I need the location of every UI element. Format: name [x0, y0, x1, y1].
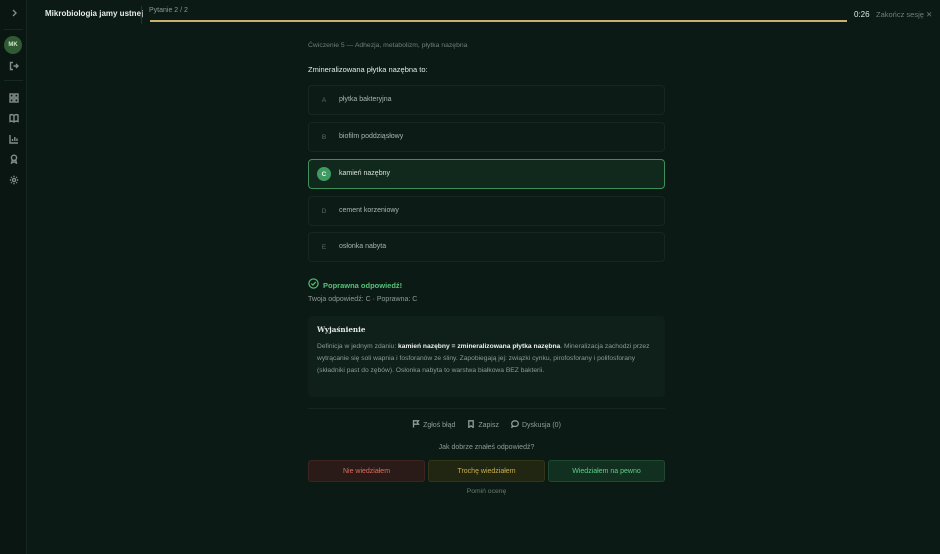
sidebar-divider: [4, 80, 23, 81]
option-text: płytka bakteryjna: [339, 96, 392, 103]
save-button[interactable]: Zapisz: [467, 420, 499, 430]
end-session-button[interactable]: Zakończ sesję ✕: [876, 10, 932, 19]
sidebar-divider: [4, 29, 23, 30]
session-timer: 0:26: [854, 10, 870, 19]
topbar-divider: [141, 6, 142, 24]
progress-bar-fill: [150, 20, 847, 22]
rate-knew-for-sure-button[interactable]: Wiedziałem na pewno: [548, 460, 665, 482]
answer-option-d[interactable]: D cement korzeniowy: [308, 196, 665, 226]
report-error-label: Zgłoś błąd: [423, 421, 456, 429]
award-icon[interactable]: [0, 151, 27, 167]
answer-option-a[interactable]: A płytka bakteryjna: [308, 85, 665, 115]
save-label: Zapisz: [478, 421, 499, 429]
sidebar: MK: [0, 0, 27, 554]
logout-icon[interactable]: [0, 58, 27, 74]
result-row: Poprawna odpowiedź!: [308, 276, 402, 294]
answer-option-b[interactable]: B biofilm poddziąsłowy: [308, 122, 665, 152]
course-title: Mikrobiologia jamy ustnej: [45, 9, 144, 18]
rate-knew-somewhat-button[interactable]: Trochę wiedziałem: [428, 460, 545, 482]
rate-didnt-know-button[interactable]: Nie wiedziałem: [308, 460, 425, 482]
answer-summary: Twoja odpowiedź: C · Poprawna: C: [308, 296, 418, 303]
bookmark-icon: [467, 420, 475, 430]
explanation-prefix: Definicja w jednym zdaniu:: [317, 343, 399, 350]
explanation-highlight: kamień nazębny = zmineralizowana płytka …: [398, 343, 561, 350]
option-letter: A: [321, 96, 327, 104]
option-text: kamień nazębny: [339, 170, 390, 177]
expand-sidebar-icon[interactable]: [0, 5, 27, 21]
settings-icon[interactable]: [0, 172, 27, 188]
divider: [308, 408, 665, 409]
chart-icon[interactable]: [0, 131, 27, 147]
rating-question: Jak dobrze znałeś odpowiedź?: [438, 444, 535, 451]
book-icon[interactable]: [0, 110, 27, 126]
option-letter: C: [317, 167, 331, 181]
answer-option-c[interactable]: C kamień nazębny: [308, 159, 665, 189]
answer-option-e[interactable]: E osłonka nabyta: [308, 232, 665, 262]
breadcrumb: Ćwiczenie 5 — Adhezja, metabolizm, płytk…: [308, 42, 468, 49]
skip-rating-link[interactable]: Pomiń ocenę: [308, 488, 665, 495]
top-bar: Mikrobiologia jamy ustnej Pytanie 2 / 2 …: [27, 0, 940, 30]
dashboard-icon[interactable]: [0, 90, 27, 106]
option-letter: D: [321, 207, 327, 215]
comment-icon: [510, 420, 519, 430]
check-circle-icon: [308, 276, 319, 294]
flag-icon: [412, 420, 420, 430]
explanation-box: Wyjaśnienie Definicja w jednym zdaniu: k…: [308, 316, 665, 397]
result-label: Poprawna odpowiedź!: [323, 280, 403, 290]
discussion-label: Dyskusja (0): [522, 421, 561, 429]
question-text: Zmineralizowana płytka nazębna to:: [308, 65, 428, 74]
option-letter: E: [321, 243, 327, 251]
avatar[interactable]: MK: [4, 36, 22, 54]
explanation-body: Definicja w jednym zdaniu: kamień nazębn…: [317, 341, 656, 376]
progress-bar: [150, 20, 847, 22]
action-links: Zgłoś błąd Zapisz Dyskusja (0): [308, 420, 665, 430]
rating-buttons: Nie wiedziałem Trochę wiedziałem Wiedzia…: [308, 460, 665, 482]
option-letter: B: [321, 133, 327, 141]
question-counter: Pytanie 2 / 2: [149, 7, 188, 14]
report-error-button[interactable]: Zgłoś błąd: [412, 420, 455, 430]
option-text: cement korzeniowy: [339, 207, 399, 214]
option-text: biofilm poddziąsłowy: [339, 133, 404, 140]
discussion-button[interactable]: Dyskusja (0): [510, 420, 561, 430]
explanation-title: Wyjaśnienie: [317, 325, 366, 334]
option-text: osłonka nabyta: [339, 243, 387, 250]
